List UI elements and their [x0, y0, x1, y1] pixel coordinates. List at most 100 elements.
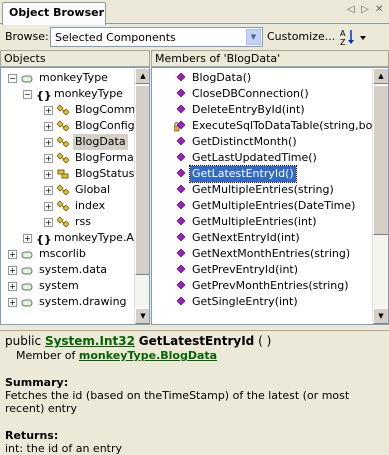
- tree-item[interactable]: + mscorlib: [1, 246, 135, 262]
- expand-icon[interactable]: +: [8, 282, 17, 291]
- tab-left-icon[interactable]: ◁: [347, 4, 355, 15]
- member-item[interactable]: ExecuteSqlToDataTable(string,bool): [152, 118, 386, 134]
- tree-item[interactable]: + system: [1, 278, 135, 294]
- members-header-label: Members of 'BlogData': [155, 52, 281, 65]
- member-item[interactable]: BlogData(): [152, 70, 372, 86]
- tree-item-label: index: [75, 199, 106, 212]
- svg-text:A: A: [340, 29, 346, 38]
- method-icon: [174, 232, 186, 244]
- tab-object-browser[interactable]: Object Browser: [2, 2, 106, 25]
- description-pane: public System.Int32 GetLatestEntryId ( )…: [0, 330, 389, 455]
- method-icon: [174, 216, 186, 228]
- expand-icon[interactable]: +: [44, 202, 53, 211]
- tree-item[interactable]: + system.data: [1, 262, 135, 278]
- tree-item-label: mscorlib: [39, 247, 86, 260]
- tree-item[interactable]: − monkeyType: [1, 70, 135, 86]
- member-item[interactable]: GetLatestEntryId(): [152, 165, 372, 183]
- tree-item-label: BlogConfig: [75, 119, 135, 132]
- expand-icon[interactable]: +: [8, 250, 17, 259]
- scroll-up-icon[interactable]: ▲: [135, 68, 149, 84]
- member-item-label: GetMultipleEntries(int): [192, 215, 317, 228]
- method-icon: [174, 296, 186, 308]
- browse-dropdown[interactable]: Selected Components ▼: [50, 27, 263, 47]
- tree-item[interactable]: + BlogComme: [1, 102, 142, 118]
- tree-item[interactable]: + BlogFormat: [1, 150, 138, 166]
- expand-icon[interactable]: +: [44, 170, 53, 179]
- summary-label: Summary:: [5, 376, 69, 389]
- scroll-down-icon[interactable]: ▼: [135, 308, 149, 324]
- member-item[interactable]: GetMultipleEntries(DateTime): [152, 198, 372, 214]
- member-item[interactable]: GetLastUpdatedTime(): [152, 150, 372, 166]
- chevron-down-icon[interactable]: ▼: [246, 29, 261, 45]
- class-icon: [56, 120, 70, 132]
- member-item-label: GetLatestEntryId(): [189, 165, 297, 183]
- svg-text:Z: Z: [340, 38, 346, 46]
- member-item[interactable]: GetNextMonthEntries(string): [152, 246, 372, 262]
- expand-icon[interactable]: +: [44, 122, 53, 131]
- member-item[interactable]: GetNextEntryId(int): [152, 230, 372, 246]
- tree-item-label: monkeyType.A: [54, 231, 134, 244]
- tree-item-label: system: [39, 279, 79, 292]
- returns-text: int: the id of an entry: [5, 442, 123, 455]
- method-icon: [174, 168, 186, 180]
- member-item[interactable]: GetDistinctMonth(): [152, 134, 372, 150]
- scroll-thumb[interactable]: [135, 85, 149, 275]
- tab-right-icon[interactable]: ▷: [361, 4, 369, 15]
- customize-button[interactable]: Customize...: [267, 30, 335, 43]
- collapse-icon[interactable]: −: [8, 74, 17, 83]
- assembly-icon: [21, 296, 33, 308]
- member-of-label: Member of: [16, 349, 76, 362]
- tree-item[interactable]: + BlogStatus: [1, 166, 135, 182]
- tree-item[interactable]: + BlogData: [1, 134, 135, 150]
- members-list[interactable]: BlogData() CloseDBConnection() DeleteEntry…: [151, 67, 389, 325]
- tree-item-label: Global: [75, 183, 111, 196]
- expand-icon[interactable]: +: [44, 154, 53, 163]
- tree-item[interactable]: + {} monkeyType.A: [1, 230, 135, 246]
- signature: public System.Int32 GetLatestEntryId ( ): [5, 334, 384, 348]
- expand-icon[interactable]: +: [44, 186, 53, 195]
- method-icon: [174, 248, 186, 260]
- member-item[interactable]: GetSingleEntry(int): [152, 294, 372, 310]
- member-item[interactable]: CloseDBConnection(): [152, 86, 372, 102]
- expand-icon[interactable]: +: [8, 266, 17, 275]
- expand-icon[interactable]: +: [23, 234, 32, 243]
- members-header: Members of 'BlogData': [151, 50, 389, 67]
- tree-item[interactable]: + Global: [1, 182, 135, 198]
- member-item[interactable]: GetMultipleEntries(string): [152, 182, 372, 198]
- assembly-icon: [21, 248, 33, 260]
- return-type-link[interactable]: System.Int32: [45, 334, 135, 348]
- method-icon: [174, 136, 186, 148]
- scroll-thumb[interactable]: [373, 85, 388, 235]
- class-icon: [56, 136, 70, 148]
- objects-tree[interactable]: − monkeyType −{} monkeyType + BlogComme + BlogC…: [0, 67, 150, 325]
- member-item[interactable]: GetMultipleEntries(int): [152, 214, 372, 230]
- tree-item-label: BlogStatus: [75, 167, 135, 180]
- member-item[interactable]: GetPrevEntryId(int): [152, 262, 372, 278]
- tree-item[interactable]: + index: [1, 198, 135, 214]
- expand-icon[interactable]: +: [44, 138, 53, 147]
- members-scrollbar[interactable]: ▲ ▼: [372, 68, 388, 324]
- tab-nav-controls: ◁ ▷ ✕: [347, 4, 383, 15]
- objects-header: Objects: [0, 50, 150, 67]
- member-item-label: CloseDBConnection(): [192, 87, 309, 100]
- class-icon: [56, 184, 70, 196]
- tree-item[interactable]: −{} monkeyType: [1, 86, 135, 102]
- enum-icon: [57, 168, 69, 180]
- expand-icon[interactable]: +: [44, 218, 53, 227]
- member-of-link[interactable]: monkeyType.BlogData: [79, 349, 217, 362]
- close-icon[interactable]: ✕: [375, 4, 383, 15]
- tree-item-label: rss: [75, 215, 91, 228]
- member-item[interactable]: DeleteEntryById(int): [152, 102, 372, 118]
- tree-item[interactable]: + system.drawing: [1, 294, 135, 310]
- sort-icon[interactable]: A Z: [339, 28, 369, 47]
- scroll-down-icon[interactable]: ▼: [373, 308, 388, 324]
- expand-icon[interactable]: +: [44, 106, 53, 115]
- expand-icon[interactable]: +: [8, 298, 17, 307]
- member-item[interactable]: GetPrevMonthEntries(string): [152, 278, 372, 294]
- class-icon: [56, 200, 70, 212]
- scroll-up-icon[interactable]: ▲: [373, 68, 388, 84]
- tree-item[interactable]: + BlogConfig: [1, 118, 135, 134]
- tree-item[interactable]: + rss: [1, 214, 135, 230]
- objects-scrollbar[interactable]: ▲ ▼: [134, 68, 149, 324]
- collapse-icon[interactable]: −: [23, 90, 32, 99]
